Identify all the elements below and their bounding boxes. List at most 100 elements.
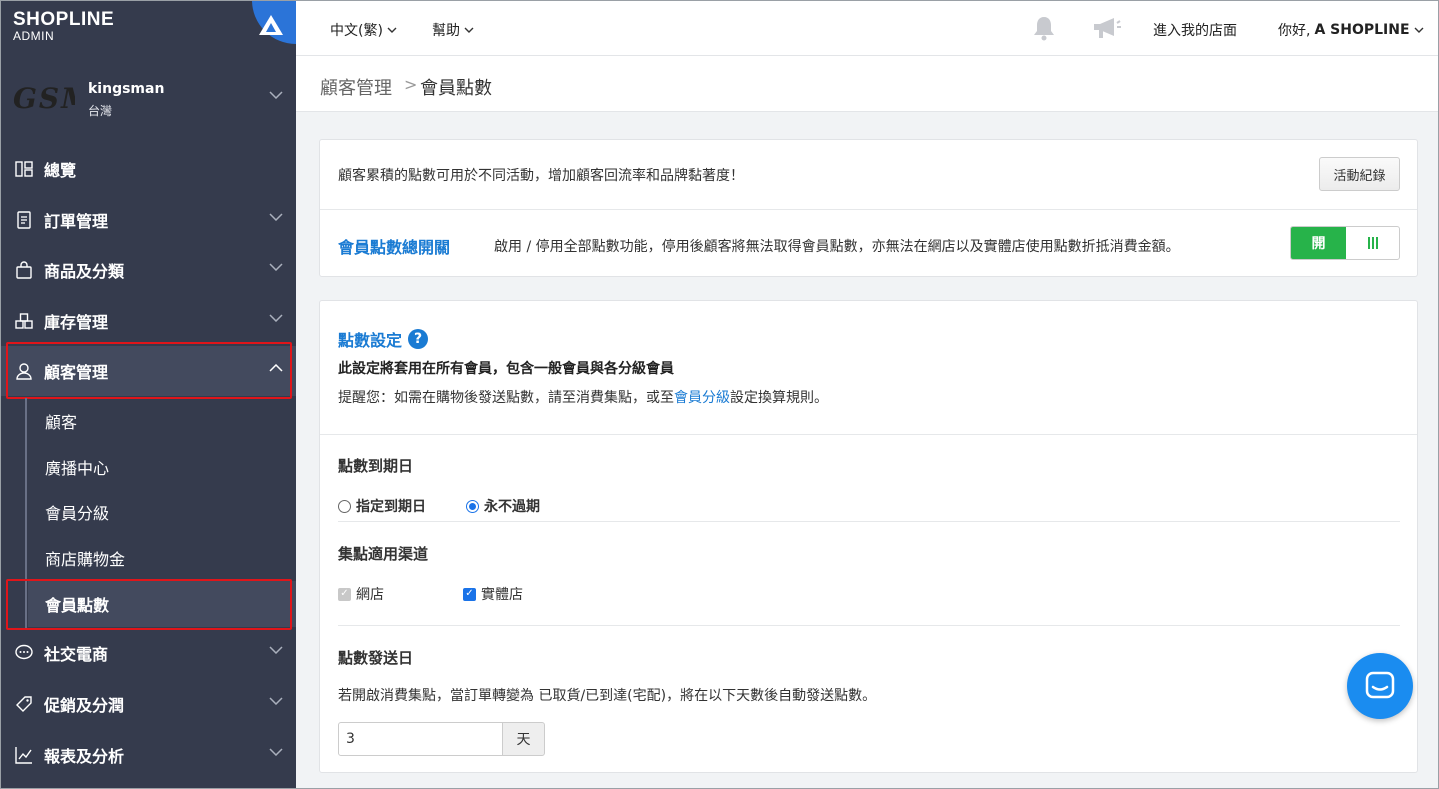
channels-title: 集點適用渠道 — [338, 545, 429, 563]
send-day-desc: 若開啟消費集點，當訂單轉變為 已取貨/已到達(宅配)，將在以下天數後自動發送點數… — [338, 688, 877, 704]
shopline-mark-icon — [259, 15, 283, 35]
intro-text: 顧客累積的點數可用於不同活動，增加顧客回流率和品牌黏著度！ — [338, 168, 744, 184]
activity-log-button[interactable]: 活動紀錄 — [1319, 157, 1400, 191]
settings-title-text: 點數設定 — [338, 331, 403, 350]
chevron-down-icon — [269, 213, 283, 221]
reminder-text: 提醒您：如需在購物後發送點數，請至消費集點，或至會員分級設定換算規則。 — [338, 387, 828, 407]
sidebar-item-label: 促銷及分潤 — [44, 696, 125, 715]
shopline-logo[interactable]: SHOPLINE ADMIN — [13, 9, 115, 43]
divider — [320, 209, 1417, 210]
chevron-down-icon — [269, 91, 283, 99]
store-name: kingsman — [88, 81, 165, 97]
reminder-prefix: 提醒您：如需在購物後發送點數，請至消費集點，或至 — [338, 390, 674, 406]
checkbox-checked[interactable]: ✓ — [463, 587, 476, 601]
tag-icon — [16, 696, 32, 712]
applies-note: 此設定將套用在所有會員，包含一般會員與各分級會員 — [338, 361, 674, 377]
breadcrumb-parent[interactable]: 顧客管理 — [320, 74, 392, 100]
sidebar-subitem-store-credits[interactable]: 商店購物金 — [45, 546, 125, 570]
expiry-title: 點數到期日 — [338, 457, 414, 475]
expiry-option-specific-date[interactable]: 指定到期日 — [338, 496, 426, 516]
divider — [338, 521, 1400, 522]
store-region: 台灣 — [88, 104, 113, 118]
points-settings-card: 點數設定 ? 此設定將套用在所有會員，包含一般會員與各分級會員 提醒您：如需在購… — [319, 300, 1418, 773]
sidebar-item-promotions[interactable]: 促銷及分潤 — [1, 679, 296, 729]
highlight-box-customers — [6, 342, 292, 399]
top-bar: 中文(繁) 幫助 進入我的店面 你好, A SHOPLINE — [296, 1, 1438, 56]
sidebar-item-inventory[interactable]: 庫存管理 — [1, 296, 296, 346]
page-title: 會員點數 — [420, 78, 492, 99]
chevron-down-icon — [1414, 27, 1424, 33]
language-label: 中文(繁) — [330, 23, 383, 39]
membership-tiers-link[interactable]: 會員分級 — [674, 390, 730, 406]
brand-name: SHOPLINE — [13, 9, 115, 30]
user-name: A SHOPLINE — [1314, 22, 1410, 38]
sidebar-item-label: 總覽 — [44, 161, 77, 180]
app-window: SHOPLINE ADMIN GSM kingsman 台灣 總覽 訂單管理 — [0, 0, 1439, 789]
days-input[interactable]: 3 — [338, 722, 503, 756]
enter-store-label: 進入我的店面 — [1153, 23, 1237, 39]
chevron-down-icon — [269, 263, 283, 271]
bell-icon[interactable] — [1032, 15, 1056, 41]
help-icon[interactable]: ? — [408, 329, 429, 349]
enter-store-link[interactable]: 進入我的店面 — [1153, 20, 1237, 40]
option-label: 網店 — [356, 587, 384, 603]
chevron-down-icon — [269, 314, 283, 322]
sidebar-item-products[interactable]: 商品及分類 — [1, 245, 296, 295]
sidebar-subitem-membership-tiers[interactable]: 會員分級 — [45, 500, 109, 524]
megaphone-icon[interactable] — [1092, 16, 1122, 40]
settings-title: 點數設定 ? — [338, 327, 429, 351]
sidebar-subitem-broadcast[interactable]: 廣播中心 — [45, 455, 109, 479]
chevron-down-icon — [387, 27, 397, 33]
option-label: 指定到期日 — [356, 499, 426, 515]
radio-button[interactable] — [338, 499, 351, 513]
app-switcher-corner[interactable] — [252, 1, 296, 44]
expiry-option-never[interactable]: 永不過期 — [466, 496, 540, 516]
breadcrumb: 顧客管理 > 會員點數 — [296, 56, 1438, 112]
checkbox-disabled: ✓ — [338, 587, 351, 601]
radio-button-selected[interactable] — [466, 499, 479, 513]
sidebar-item-overview[interactable]: 總覽 — [1, 144, 296, 194]
shopping-bag-icon — [16, 261, 32, 279]
option-label: 實體店 — [481, 587, 523, 603]
sidebar-item-orders[interactable]: 訂單管理 — [1, 195, 296, 245]
store-logo: GSM — [13, 82, 75, 115]
days-unit: 天 — [502, 722, 545, 756]
toggle-on-label: 開 — [1291, 227, 1346, 259]
points-master-card: 顧客累積的點數可用於不同活動，增加顧客回流率和品牌黏著度！ 活動紀錄 會員點數總… — [319, 139, 1418, 277]
chat-icon — [1365, 671, 1395, 699]
chat-bubble-icon — [15, 644, 33, 660]
toggle-grip-icon — [1346, 227, 1399, 259]
channel-option-online-store: ✓ 網店 — [338, 584, 384, 604]
order-icon — [17, 211, 31, 229]
analytics-chart-icon — [15, 747, 32, 764]
live-chat-button[interactable] — [1347, 653, 1413, 719]
chevron-down-icon — [269, 646, 283, 654]
brand-sub: ADMIN — [13, 29, 55, 43]
master-toggle-desc: 啟用 / 停用全部點數功能，停用後顧客將無法取得會員點數，亦無法在網店以及實體店… — [494, 239, 1180, 255]
sidebar-item-label: 庫存管理 — [44, 313, 109, 332]
highlight-box-member-points — [6, 579, 292, 630]
help-menu[interactable]: 幫助 — [432, 20, 474, 40]
dashboard-icon — [15, 161, 33, 177]
reminder-suffix: 設定換算規則。 — [730, 390, 828, 406]
greeting-label: 你好, — [1278, 23, 1311, 39]
sidebar-item-label: 訂單管理 — [44, 212, 109, 231]
master-toggle-label: 會員點數總開關 — [338, 238, 451, 257]
store-switcher[interactable]: GSM kingsman 台灣 — [1, 69, 296, 131]
warehouse-icon — [15, 313, 33, 329]
user-menu[interactable]: 你好, A SHOPLINE — [1278, 20, 1424, 40]
master-toggle-switch[interactable]: 開 — [1290, 226, 1400, 260]
chevron-down-icon — [269, 697, 283, 705]
sidebar-item-label: 報表及分析 — [44, 747, 125, 766]
send-day-title: 點數發送日 — [338, 649, 414, 667]
sidebar-item-reports[interactable]: 報表及分析 — [1, 730, 296, 780]
option-label: 永不過期 — [484, 499, 540, 515]
sidebar-item-social-commerce[interactable]: 社交電商 — [1, 628, 296, 678]
sidebar-subitem-customers[interactable]: 顧客 — [45, 409, 77, 433]
divider — [338, 625, 1400, 626]
language-selector[interactable]: 中文(繁) — [330, 20, 397, 40]
sidebar-item-label: 商品及分類 — [44, 262, 125, 281]
chevron-down-icon — [464, 27, 474, 33]
sidebar: SHOPLINE ADMIN GSM kingsman 台灣 總覽 訂單管理 — [1, 1, 296, 788]
channel-option-retail-store[interactable]: ✓ 實體店 — [463, 584, 523, 604]
